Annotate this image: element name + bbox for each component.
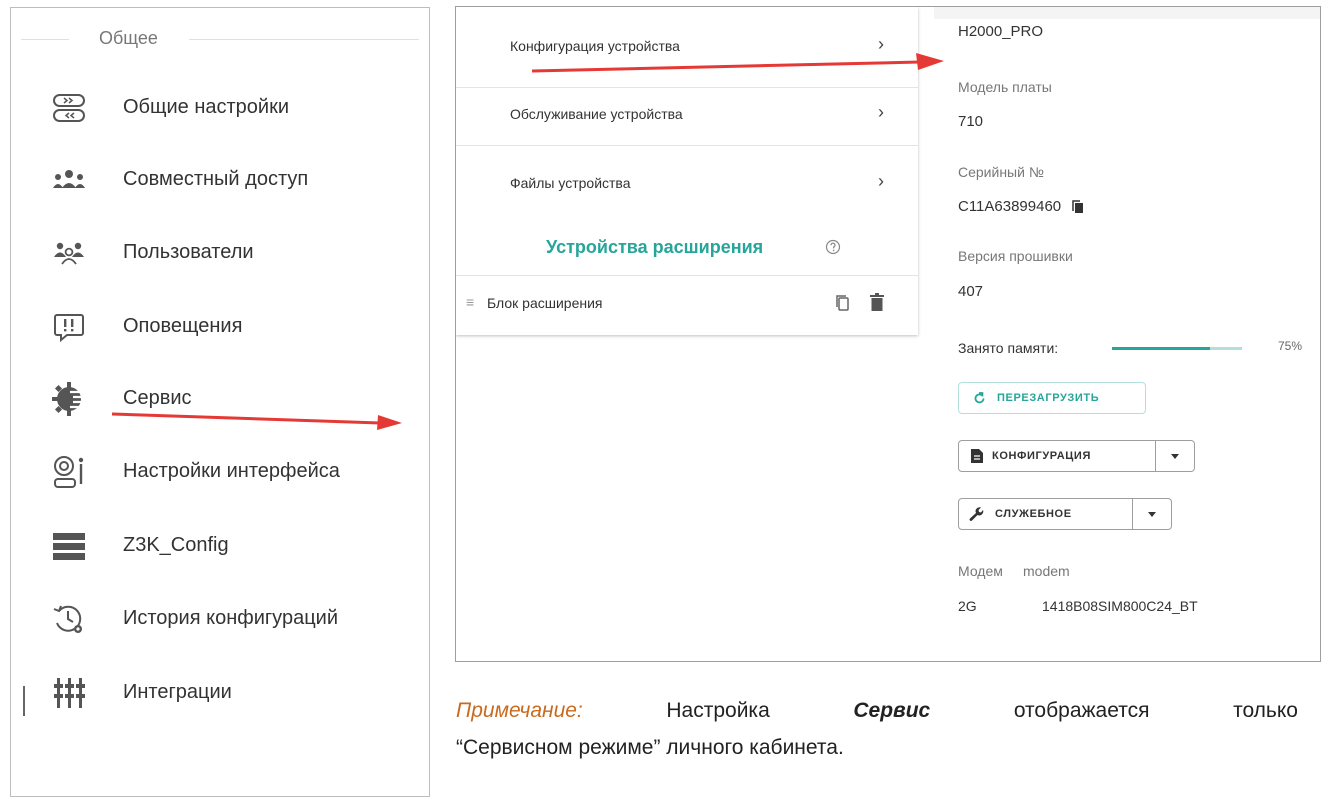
config-button-label: КОНФИГУРАЦИЯ: [992, 450, 1091, 462]
board-value: 710: [958, 113, 984, 130]
memory-progress-bar: [1112, 347, 1242, 350]
integrations-icon: [54, 678, 85, 708]
sidebar-item-shared-access[interactable]: Совместный доступ: [51, 160, 421, 200]
note-bold: Сервис: [853, 699, 931, 722]
service-button-label: СЛУЖЕБНОЕ: [995, 508, 1072, 520]
extensions-title: Устройства расширения: [546, 237, 764, 257]
restart-button-label: ПЕРЕЗАГРУЗИТЬ: [997, 392, 1100, 404]
sidebar-item-integrations[interactable]: Интеграции: [51, 673, 421, 713]
sidebar-item-notifications[interactable]: Оповещения: [51, 307, 421, 347]
copy-serial-icon[interactable]: [1072, 200, 1084, 214]
board-label: Модель платы: [958, 79, 1052, 95]
note-word: отображается: [1013, 699, 1150, 722]
sidebar-item-label: Z3K_Config: [123, 534, 229, 556]
modem-firmware: 1418B08SIM800C24_BT: [1042, 598, 1198, 614]
firmware-value: 407: [958, 283, 984, 300]
sidebar-item-label: Совместный доступ: [123, 168, 309, 190]
sidebar-item-label: Интеграции: [123, 681, 232, 703]
divider: [21, 39, 69, 40]
red-arrow-icon: [531, 53, 944, 73]
sidebar-item-label: Оповещения: [123, 315, 243, 337]
serial-value: C11A63899460: [958, 198, 1062, 215]
config-button[interactable]: КОНФИГУРАЦИЯ: [958, 440, 1195, 472]
device-screenshot: Конфигурация устройства › Обслуживание у…: [455, 6, 1321, 662]
alert-icon: [54, 314, 84, 343]
modem-header: Модем: [958, 563, 1003, 579]
service-gear-icon: [52, 382, 85, 416]
firmware-label: Версия прошивки: [958, 248, 1073, 264]
menu-row-label: Обслуживание устройства: [510, 106, 683, 122]
toggle-settings-icon: [53, 94, 85, 122]
serial-label: Серийный №: [958, 164, 1044, 180]
device-model: H2000_PRO: [958, 23, 1044, 40]
note-prefix: Примечание:: [456, 699, 583, 722]
sidebar-item-interface-settings[interactable]: Настройки интерфейса: [51, 452, 421, 492]
red-arrow-icon: [111, 412, 402, 430]
memory-progress-fill: [1112, 347, 1210, 350]
sidebar-panel: Общее Общие настройки Совместный доступ: [10, 7, 430, 797]
server-icon: [53, 533, 85, 560]
section-header: Общее: [21, 28, 419, 48]
menu-row-files[interactable]: Файлы устройства ›: [456, 154, 918, 214]
chevron-right-icon: ›: [878, 102, 884, 122]
sidebar-item-label: Общие настройки: [123, 96, 289, 118]
memory-percent: 75%: [1278, 339, 1303, 353]
sidebar-item-label: История конфигураций: [123, 607, 338, 629]
drag-handle-icon[interactable]: ≡: [466, 294, 474, 310]
memory-label: Занято памяти:: [958, 340, 1059, 356]
help-icon[interactable]: [825, 239, 841, 255]
note-line: “Сервисном режиме” личного кабинета.: [456, 736, 844, 759]
topbar: [934, 7, 1320, 19]
interface-settings-icon: [54, 456, 84, 488]
sidebar-item-z3k-config[interactable]: Z3K_Config: [51, 526, 421, 566]
sidebar-item-label: Настройки интерфейса: [123, 460, 340, 482]
delete-icon[interactable]: [870, 293, 884, 311]
service-button[interactable]: СЛУЖЕБНОЕ: [958, 498, 1172, 530]
menu-row-label: Файлы устройства: [510, 175, 631, 191]
note-line: Примечание: Настройка Сервис отображаетс…: [456, 692, 1298, 729]
divider: [189, 39, 419, 40]
menu-row-maintenance[interactable]: Обслуживание устройства ›: [456, 85, 918, 145]
config-dropdown-toggle[interactable]: [1155, 441, 1194, 471]
chevron-down-icon: [1148, 512, 1156, 517]
history-icon: [53, 605, 82, 633]
file-icon: [971, 449, 983, 463]
note-word: Настройка: [666, 699, 770, 722]
restart-button[interactable]: ПЕРЕЗАГРУЗИТЬ: [958, 382, 1146, 414]
sidebar-item-general-settings[interactable]: Общие настройки: [51, 88, 421, 128]
chevron-down-icon: [1171, 454, 1179, 459]
shared-access-icon: [53, 170, 85, 188]
wrench-icon: [969, 507, 984, 521]
users-icon: [54, 242, 84, 265]
extension-item-label: Блок расширения: [487, 295, 603, 311]
sidebar-item-label: Пользователи: [123, 241, 254, 263]
note-word: только: [1233, 699, 1298, 722]
sidebar-item-config-history[interactable]: История конфигураций: [51, 599, 421, 639]
sidebar-item-label: Сервис: [123, 387, 192, 409]
sidebar-item-users[interactable]: Пользователи: [51, 233, 421, 273]
extension-item[interactable]: ≡ Блок расширения: [456, 275, 918, 332]
divider: [456, 145, 918, 146]
section-title: Общее: [99, 28, 158, 48]
restart-icon: [974, 392, 985, 404]
modem-header-value: modem: [1023, 563, 1070, 579]
service-dropdown-toggle[interactable]: [1132, 499, 1171, 529]
copy-icon[interactable]: [834, 294, 850, 312]
chevron-right-icon: ›: [878, 171, 884, 191]
text-cursor: [23, 686, 25, 716]
modem-type: 2G: [958, 598, 977, 614]
